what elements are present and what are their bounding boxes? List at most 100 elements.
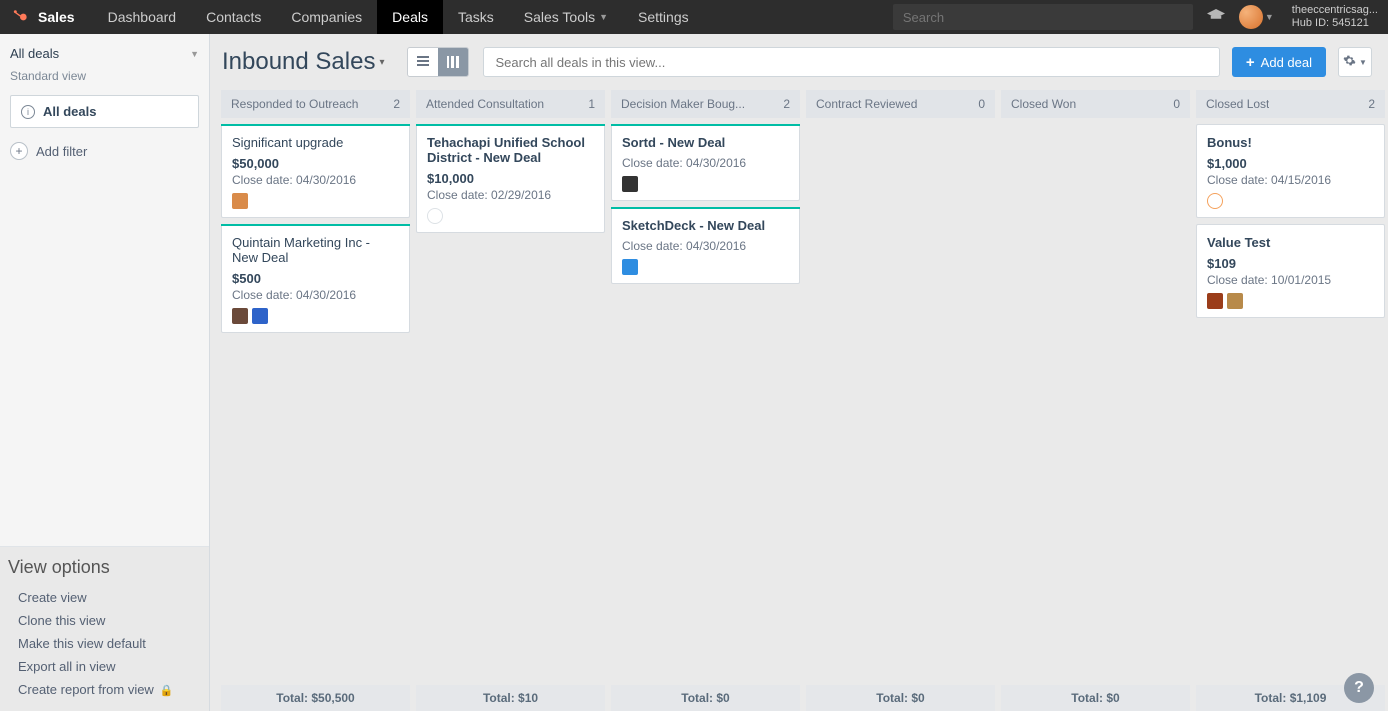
- global-search-input[interactable]: [893, 4, 1193, 30]
- alldeals-filter-label: All deals: [43, 104, 96, 119]
- deal-avatars: [427, 208, 594, 224]
- column-header[interactable]: Contract Reviewed0: [806, 90, 995, 118]
- plus-icon: +: [1246, 54, 1255, 71]
- global-search: [893, 4, 1193, 30]
- chevron-down-icon: ▼: [190, 49, 199, 59]
- gear-icon: [1343, 54, 1356, 70]
- deal-avatars: [232, 308, 399, 324]
- column-count: 2: [393, 97, 400, 111]
- kanban-board: Responded to Outreach 2 Significant upgrad…: [210, 90, 1388, 711]
- view-option-clone[interactable]: Clone this view: [6, 609, 203, 632]
- deal-amount: $109: [1207, 256, 1374, 271]
- pipeline-selector[interactable]: Inbound Sales ▾: [222, 48, 385, 76]
- loading-avatar-icon: [1207, 193, 1223, 209]
- user-block[interactable]: theeccentricsag... Hub ID: 545121: [1280, 4, 1388, 30]
- view-options-title: View options: [6, 557, 203, 586]
- column-header[interactable]: Responded to Outreach 2: [221, 90, 410, 118]
- column-header[interactable]: Decision Maker Boug...2: [611, 90, 800, 118]
- company-avatar-icon: [1207, 293, 1223, 309]
- column-name: Responded to Outreach: [231, 97, 358, 111]
- deal-title: Significant upgrade: [232, 135, 399, 150]
- deal-avatars: [1207, 293, 1374, 309]
- add-deal-label: Add deal: [1261, 55, 1312, 70]
- card-progress-bar: [611, 207, 800, 209]
- deal-title: Sortd - New Deal: [622, 135, 789, 150]
- view-option-create[interactable]: Create view: [6, 586, 203, 609]
- deal-card[interactable]: Tehachapi Unified School District - New …: [416, 124, 605, 233]
- board-column: Contract Reviewed0 Total: $0: [803, 90, 998, 711]
- deal-avatars: [622, 176, 789, 192]
- deals-search-input[interactable]: [483, 47, 1220, 77]
- deal-close-date: Close date: 04/15/2016: [1207, 173, 1374, 187]
- deal-title: SketchDeck - New Deal: [622, 218, 789, 233]
- deal-amount: $500: [232, 271, 399, 286]
- company-avatar-icon: [622, 176, 638, 192]
- deal-amount: $10,000: [427, 171, 594, 186]
- board-view-button[interactable]: [438, 48, 468, 76]
- column-total: Total: $0: [806, 685, 995, 711]
- lock-icon: 🔒: [160, 685, 174, 697]
- column-name: Decision Maker Boug...: [621, 97, 745, 111]
- deal-title: Quintain Marketing Inc - New Deal: [232, 235, 399, 265]
- column-name: Attended Consultation: [426, 97, 544, 111]
- nav-settings[interactable]: Settings: [623, 0, 704, 34]
- chevron-down-icon[interactable]: ▼: [1265, 12, 1274, 22]
- column-body: [806, 124, 995, 685]
- view-option-report[interactable]: Create report from view🔒: [6, 678, 203, 701]
- deal-card[interactable]: Quintain Marketing Inc - New Deal$500Clo…: [221, 224, 410, 333]
- deal-card[interactable]: SketchDeck - New Deal Close date: 04/30/2…: [611, 207, 800, 284]
- column-name: Closed Won: [1011, 97, 1076, 111]
- table-view-button[interactable]: [408, 48, 438, 76]
- nav-contacts[interactable]: Contacts: [191, 0, 276, 34]
- nav-salestools[interactable]: Sales Tools▼: [509, 0, 623, 34]
- column-body: Sortd - New DealClose date: 04/30/2016Sk…: [611, 124, 800, 685]
- deal-card[interactable]: Bonus!$1,000Close date: 04/15/2016: [1196, 124, 1385, 218]
- academy-icon[interactable]: [1207, 8, 1225, 27]
- deal-card[interactable]: Value Test$109Close date: 10/01/2015: [1196, 224, 1385, 318]
- column-count: 0: [978, 97, 985, 111]
- column-total: Total: $0: [1001, 685, 1190, 711]
- deal-avatars: [622, 259, 789, 275]
- nav-companies[interactable]: Companies: [276, 0, 377, 34]
- deal-card[interactable]: Significant upgrade$50,000Close date: 04…: [221, 124, 410, 218]
- view-option-default[interactable]: Make this view default: [6, 632, 203, 655]
- deal-avatars: [1207, 193, 1374, 209]
- deal-title: Bonus!: [1207, 135, 1374, 150]
- content: Inbound Sales ▾ + Add deal ▼ Responded: [210, 34, 1388, 711]
- nav-dashboard[interactable]: Dashboard: [93, 0, 192, 34]
- column-header[interactable]: Closed Won 0: [1001, 90, 1190, 118]
- column-count: 2: [1368, 97, 1375, 111]
- nav-tasks[interactable]: Tasks: [443, 0, 509, 34]
- deal-amount: $50,000: [232, 156, 399, 171]
- top-nav: Sales Dashboard Contacts Companies Deals…: [0, 0, 1388, 34]
- card-progress-bar: [611, 124, 800, 126]
- view-selector[interactable]: All deals ▼: [10, 42, 199, 65]
- card-progress-bar: [221, 124, 410, 126]
- column-total: Total: $0: [611, 685, 800, 711]
- view-option-export[interactable]: Export all in view: [6, 655, 203, 678]
- hubid-label: Hub ID: 545121: [1292, 17, 1378, 30]
- board-column: Responded to Outreach 2 Significant upgrad…: [218, 90, 413, 711]
- table-icon: [417, 56, 429, 68]
- view-toggle: [407, 47, 469, 77]
- column-body: Tehachapi Unified School District - New …: [416, 124, 605, 685]
- column-count: 0: [1173, 97, 1180, 111]
- deal-card[interactable]: Sortd - New DealClose date: 04/30/2016: [611, 124, 800, 201]
- card-progress-bar: [221, 224, 410, 226]
- sidebar: All deals ▼ Standard view i All deals + …: [0, 34, 210, 711]
- deal-title: Value Test: [1207, 235, 1374, 250]
- column-body: Bonus!$1,000Close date: 04/15/2016 Value …: [1196, 124, 1385, 685]
- nav-deals[interactable]: Deals: [377, 0, 443, 34]
- plus-icon: +: [10, 142, 28, 160]
- column-header[interactable]: Closed Lost2: [1196, 90, 1385, 118]
- add-filter-button[interactable]: + Add filter: [0, 128, 209, 174]
- view-selector-label: All deals: [10, 46, 59, 61]
- column-header[interactable]: Attended Consultation1: [416, 90, 605, 118]
- deal-close-date: Close date: 04/30/2016: [622, 239, 789, 253]
- add-deal-button[interactable]: + Add deal: [1232, 47, 1326, 77]
- alldeals-filter-button[interactable]: i All deals: [10, 95, 199, 128]
- user-avatar[interactable]: [1239, 5, 1263, 29]
- help-button[interactable]: ?: [1344, 673, 1374, 703]
- settings-button[interactable]: ▼: [1338, 47, 1372, 77]
- company-avatar-icon: [232, 193, 248, 209]
